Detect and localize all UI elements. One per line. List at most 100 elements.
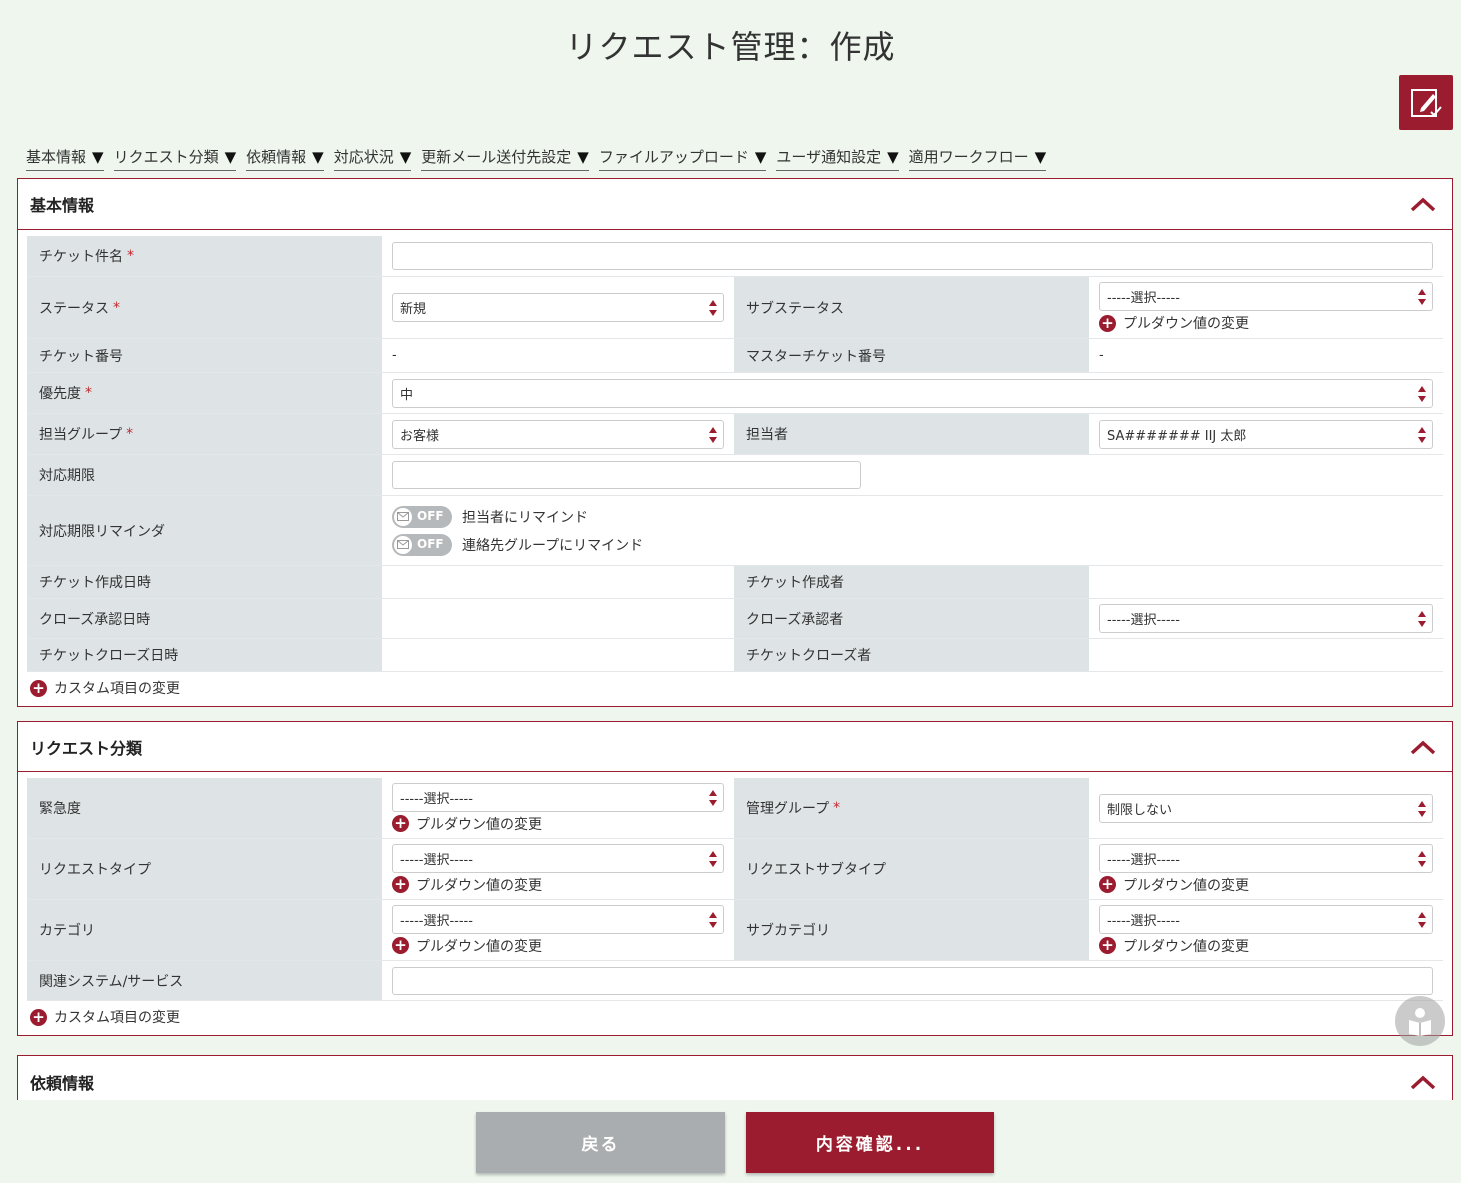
remind-group-toggle[interactable]: OFF xyxy=(392,533,452,556)
anchor-user-notification[interactable]: ユーザ通知設定 ▼ xyxy=(776,146,899,171)
anchor-response-status[interactable]: 対応状況 ▼ xyxy=(333,146,412,171)
row-urgency: 緊急度 -----選択----- + プルダウン値の変更 管理グループ * 制限しな… xyxy=(27,778,1443,839)
basic-info-header[interactable]: 基本情報 xyxy=(18,179,1452,230)
row-close-approval: クローズ承認日時 クローズ承認者 -----選択----- xyxy=(27,599,1443,639)
status-select[interactable]: 新規 xyxy=(392,293,724,322)
subcategory-select[interactable]: -----選択----- xyxy=(1099,904,1433,934)
panel-title: 基本情報 xyxy=(30,196,95,215)
request-category-panel: リクエスト分類 緊急度 -----選択----- + プルダウン値の変更 管理グル… xyxy=(17,721,1453,1036)
select-arrows-icon xyxy=(1418,426,1426,443)
footer-action-bar: 戻る 内容確認... xyxy=(0,1100,1461,1183)
anchor-label: ユーザ通知設定 xyxy=(776,148,882,166)
plus-circle-icon: + xyxy=(30,679,47,697)
field-label: マスターチケット番号 xyxy=(734,339,1089,372)
select-arrows-icon xyxy=(709,426,717,443)
field-label: チケット件名 * xyxy=(27,236,382,276)
anchor-basic-info[interactable]: 基本情報 ▼ xyxy=(26,146,104,171)
field-label: チケットクローズ日時 xyxy=(27,639,382,671)
anchor-label: 適用ワークフロー xyxy=(908,148,1029,166)
related-system-input[interactable] xyxy=(392,966,1433,995)
mgmt-group-select[interactable]: 制限しない xyxy=(1099,793,1433,823)
ticket-subject-input[interactable] xyxy=(392,242,1433,270)
row-ticket-subject: チケット件名 * xyxy=(27,236,1443,277)
plus-circle-icon: + xyxy=(1099,937,1116,954)
close-approved-at-value xyxy=(382,599,734,638)
priority-select[interactable]: 中 xyxy=(392,378,1433,408)
anchor-workflow[interactable]: 適用ワークフロー ▼ xyxy=(908,146,1047,171)
substatus-pulldown-change-link[interactable]: + プルダウン値の変更 xyxy=(1099,313,1433,333)
row-ticket-number: チケット番号 - マスターチケット番号 - xyxy=(27,339,1443,373)
field-label: 担当者 xyxy=(734,414,1089,454)
creator-value xyxy=(1089,566,1443,598)
panel-title: 依頼情報 xyxy=(30,1073,95,1093)
anchor-update-mail[interactable]: 更新メール送付先設定 ▼ xyxy=(421,146,589,171)
chevron-up-icon[interactable] xyxy=(1410,739,1436,755)
group-select[interactable]: お客様 xyxy=(392,419,724,449)
row-group: 担当グループ * お客様 担当者 SA####### IIJ 太郎 xyxy=(27,414,1443,455)
anchor-file-upload[interactable]: ファイルアップロード ▼ xyxy=(598,146,767,171)
substatus-select[interactable]: -----選択----- xyxy=(1099,282,1433,311)
close-approver-select[interactable]: -----選択----- xyxy=(1099,604,1433,633)
select-arrows-icon xyxy=(1418,289,1426,305)
field-label: 関連システム/サービス xyxy=(27,961,382,1000)
field-label: ステータス * xyxy=(27,277,382,338)
field-label: 対応期限 xyxy=(27,455,382,495)
category-select[interactable]: -----選択----- xyxy=(392,904,724,934)
remind-assignee-label: 担当者にリマインド xyxy=(462,509,588,526)
anchor-label: 更新メール送付先設定 xyxy=(421,148,572,166)
urgency-pulldown-change-link[interactable]: + プルダウン値の変更 xyxy=(392,814,724,834)
field-label: リクエストタイプ xyxy=(27,839,382,899)
category-pulldown-change-link[interactable]: + プルダウン値の変更 xyxy=(392,936,724,956)
row-priority: 優先度 * 中 xyxy=(27,373,1443,414)
request-type-pulldown-change-link[interactable]: + プルダウン値の変更 xyxy=(392,875,724,895)
remind-assignee-toggle[interactable]: OFF xyxy=(392,505,452,528)
back-button[interactable]: 戻る xyxy=(476,1112,725,1173)
select-arrows-icon xyxy=(1418,385,1426,402)
field-label: チケット作成者 xyxy=(734,566,1089,598)
field-label: チケットクローズ者 xyxy=(734,639,1089,671)
select-arrows-icon xyxy=(709,911,717,928)
request-info-header[interactable]: 依頼情報 xyxy=(18,1056,1452,1100)
plus-circle-icon: + xyxy=(1099,314,1116,332)
triangle-down-icon: ▼ xyxy=(887,147,899,166)
assignee-select[interactable]: SA####### IIJ 太郎 xyxy=(1099,419,1433,449)
help-button[interactable] xyxy=(1395,996,1445,1046)
triangle-down-icon: ▼ xyxy=(399,147,412,166)
field-label: 管理グループ * xyxy=(734,778,1089,838)
anchor-request-category[interactable]: リクエスト分類 ▼ xyxy=(113,146,237,171)
field-label: チケット作成日時 xyxy=(27,566,382,598)
subcategory-pulldown-change-link[interactable]: + プルダウン値の変更 xyxy=(1099,936,1433,956)
edit-button[interactable] xyxy=(1399,75,1453,130)
row-reminder: 対応期限リマインダ OFF 担当者にリマインド OFF 連絡先グループにリマイン… xyxy=(27,496,1443,566)
basic-custom-change-link[interactable]: + カスタム項目の変更 xyxy=(30,678,180,698)
plus-circle-icon: + xyxy=(392,815,409,832)
required-mark: * xyxy=(113,299,120,316)
request-subtype-pulldown-change-link[interactable]: + プルダウン値の変更 xyxy=(1099,875,1433,895)
category-custom-change-link[interactable]: + カスタム項目の変更 xyxy=(30,1007,180,1027)
required-mark: * xyxy=(127,248,134,264)
anchor-label: 基本情報 xyxy=(26,148,87,166)
select-arrows-icon xyxy=(709,789,717,806)
chevron-up-icon[interactable] xyxy=(1410,1074,1436,1090)
form-scroll-area[interactable]: 基本情報 チケット件名 * ステータス * 新規 サブステータス -----選択--… xyxy=(0,178,1461,1100)
row-closed: チケットクローズ日時 チケットクローズ者 xyxy=(27,639,1443,672)
remind-group-label: 連絡先グループにリマインド xyxy=(462,537,644,554)
request-subtype-select[interactable]: -----選択----- xyxy=(1099,843,1433,873)
anchor-label: 依頼情報 xyxy=(246,148,307,166)
field-label: 対応期限リマインダ xyxy=(27,496,382,565)
anchor-request-info[interactable]: 依頼情報 ▼ xyxy=(246,146,324,171)
field-label: サブステータス xyxy=(734,277,1089,338)
row-category: カテゴリ -----選択----- + プルダウン値の変更 サブカテゴリ ----… xyxy=(27,900,1443,961)
confirm-button[interactable]: 内容確認... xyxy=(746,1112,994,1173)
field-label: クローズ承認者 xyxy=(734,599,1089,638)
urgency-select[interactable]: -----選択----- xyxy=(392,782,724,812)
anchor-label: リクエスト分類 xyxy=(113,148,219,166)
mail-icon xyxy=(394,535,412,554)
deadline-input[interactable] xyxy=(392,461,861,489)
request-category-header[interactable]: リクエスト分類 xyxy=(18,722,1452,772)
chevron-up-icon[interactable] xyxy=(1410,196,1436,212)
section-anchor-nav: 基本情報 ▼ リクエスト分類 ▼ 依頼情報 ▼ 対応状況 ▼ 更新メール送付先設定 ▼ フ… xyxy=(26,146,1056,171)
field-label: クローズ承認日時 xyxy=(27,599,382,638)
request-type-select[interactable]: -----選択----- xyxy=(392,843,724,873)
row-deadline: 対応期限 xyxy=(27,455,1443,496)
